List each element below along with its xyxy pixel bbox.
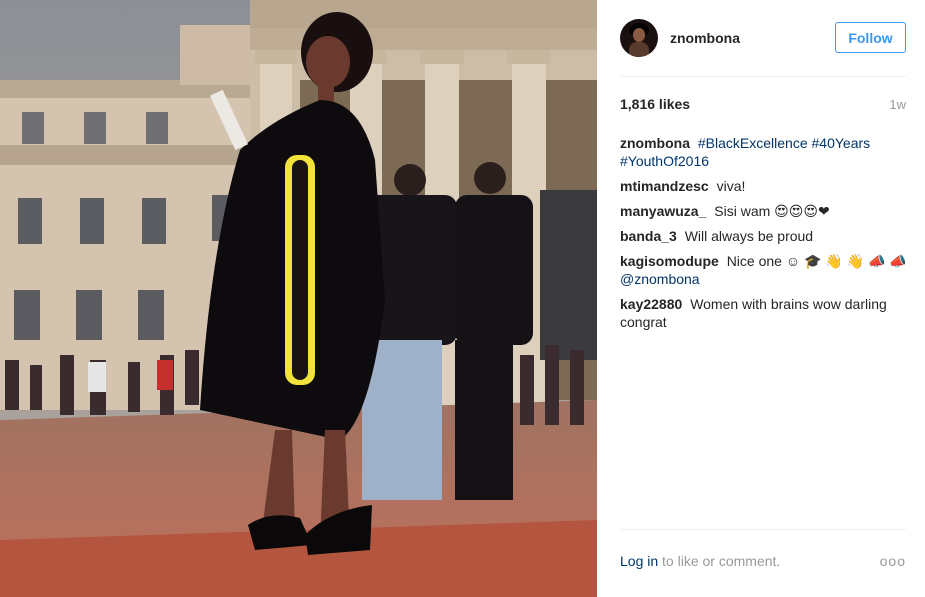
comment-text: Nice one ☺ 🎓 👋 👋 📣 📣 [726, 253, 907, 269]
comment-text: viva! [716, 178, 746, 194]
post-view: znombona Follow 1,816 likes 1w znombona … [0, 0, 925, 597]
likes-count[interactable]: 1,816 likes [620, 96, 690, 112]
avatar-face [633, 28, 645, 42]
follow-button[interactable]: Follow [835, 22, 906, 53]
footer-divider [620, 529, 906, 530]
header-divider [620, 76, 906, 77]
post-time[interactable]: 1w [889, 97, 906, 112]
comment-username[interactable]: kay22880 [620, 296, 682, 312]
comment-username[interactable]: mtimandzesc [620, 178, 709, 194]
comment-item: banda_3 Will always be proud [620, 227, 910, 245]
comment-text: Sisi wam 😍😍😍❤ [714, 203, 830, 219]
login-suffix: to like or comment. [658, 553, 781, 569]
post-photo[interactable] [0, 0, 597, 597]
comment-username[interactable]: kagisomodupe [620, 253, 719, 269]
comment-username[interactable]: banda_3 [620, 228, 677, 244]
login-link[interactable]: Log in [620, 553, 658, 569]
likes-row: 1,816 likes 1w [620, 96, 906, 112]
hashtag[interactable]: #40Years [812, 135, 871, 151]
comment-item: kagisomodupe Nice one ☺ 🎓 👋 👋 📣 📣 @znomb… [620, 252, 910, 288]
graduation-photo-image [0, 0, 597, 597]
avatar[interactable] [620, 19, 658, 57]
more-options-icon[interactable]: ooo [880, 553, 906, 569]
post-sidebar: znombona Follow 1,816 likes 1w znombona … [597, 0, 925, 597]
post-header: znombona Follow [620, 17, 906, 59]
comments-list: znombona #BlackExcellence #40Years #Yout… [620, 134, 910, 338]
hashtag[interactable]: #BlackExcellence [698, 135, 808, 151]
post-footer: Log in to like or comment. ooo [620, 553, 906, 569]
avatar-shoulder [629, 42, 649, 57]
header-username[interactable]: znombona [670, 30, 740, 46]
comment-item: manyawuza_ Sisi wam 😍😍😍❤ [620, 202, 910, 220]
comment-item: kay22880 Women with brains wow darling c… [620, 295, 910, 331]
hashtag[interactable]: #YouthOf2016 [620, 153, 709, 169]
comment-text: Will always be proud [684, 228, 814, 244]
comment-username[interactable]: manyawuza_ [620, 203, 706, 219]
login-prompt: Log in to like or comment. [620, 553, 780, 569]
caption: znombona #BlackExcellence #40Years #Yout… [620, 134, 910, 170]
comment-mention[interactable]: @znombona [620, 271, 700, 287]
comment-item: mtimandzesc viva! [620, 177, 910, 195]
caption-username[interactable]: znombona [620, 135, 690, 151]
